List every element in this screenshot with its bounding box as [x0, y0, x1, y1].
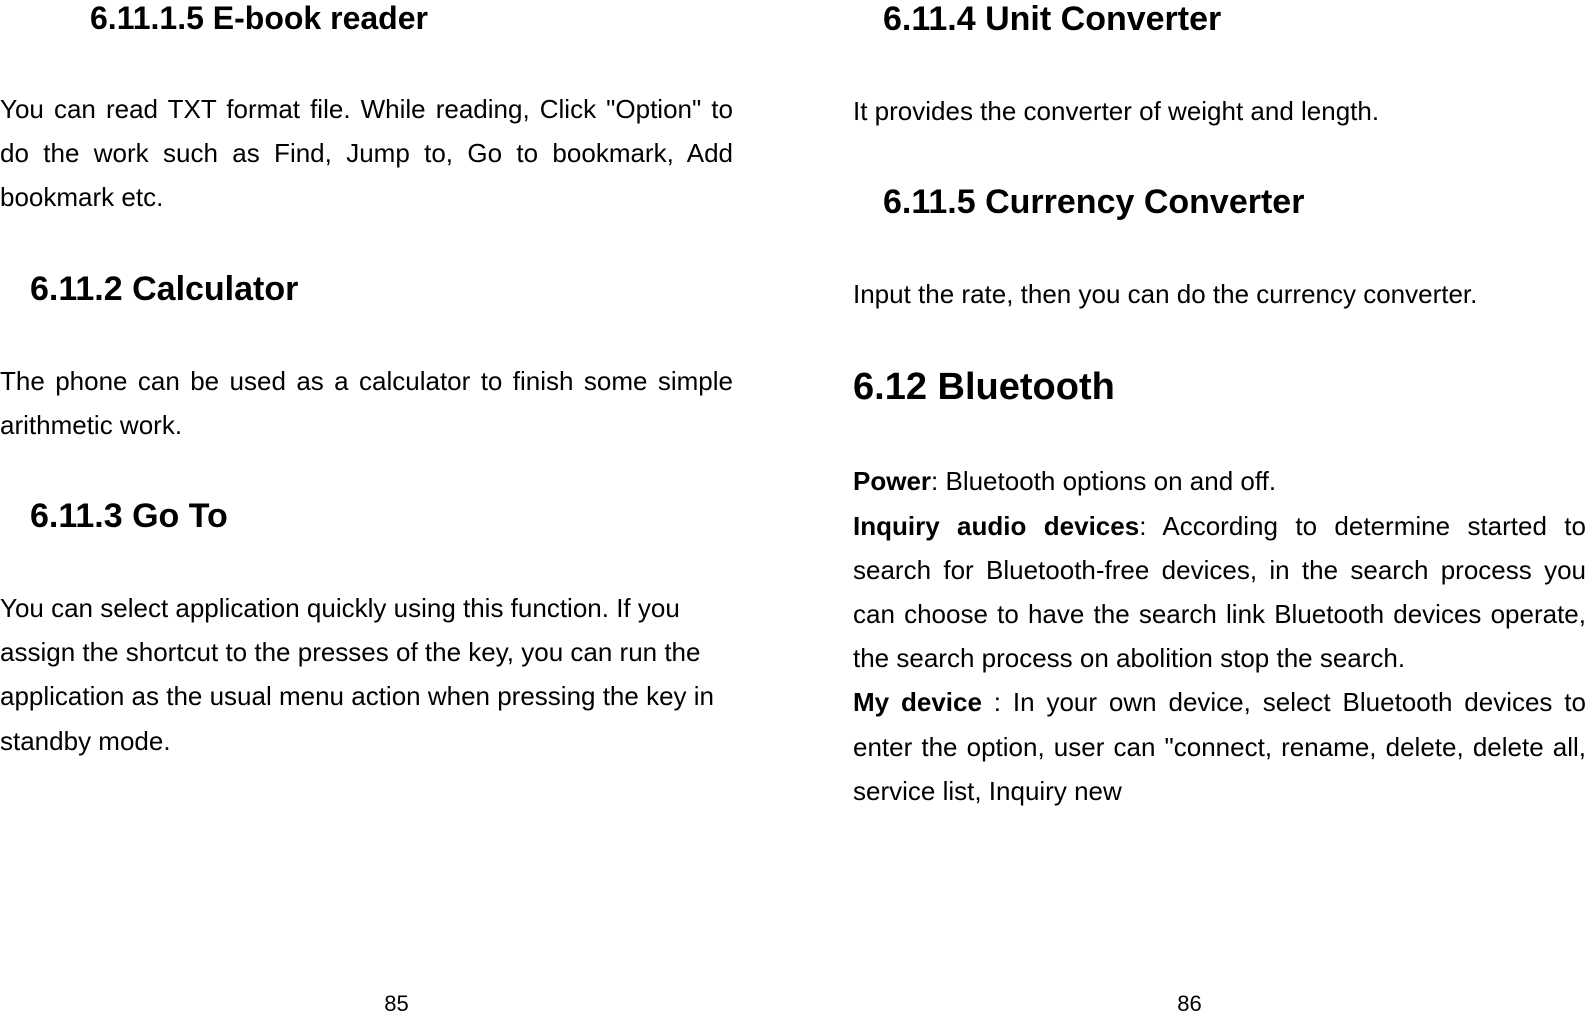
body-currency-converter: Input the rate, then you can do the curr…: [853, 272, 1586, 316]
heading-goto: 6.11.3 Go To: [0, 497, 733, 536]
section-unit-converter: 6.11.4 Unit Converter It provides the co…: [853, 0, 1586, 133]
section-ebook-reader: 6.11.1.5 E-book reader You can read TXT …: [0, 0, 733, 220]
body-calculator: The phone can be used as a calculator to…: [0, 359, 733, 447]
label-mydevice: My device: [853, 687, 982, 717]
body-ebook-reader: You can read TXT format file. While read…: [0, 87, 733, 220]
section-bluetooth: 6.12 Bluetooth Power: Bluetooth options …: [853, 326, 1586, 813]
heading-bluetooth: 6.12 Bluetooth: [853, 366, 1586, 409]
body-bluetooth-power: Power: Bluetooth options on and off.: [853, 459, 1586, 503]
label-power: Power: [853, 466, 931, 496]
body-unit-converter: It provides the converter of weight and …: [853, 89, 1586, 133]
body-bluetooth-inquiry: Inquiry audio devices: According to dete…: [853, 504, 1586, 681]
heading-calculator: 6.11.2 Calculator: [0, 270, 733, 309]
page-number-right: 86: [1177, 991, 1201, 1017]
section-currency-converter: 6.11.5 Currency Converter Input the rate…: [853, 143, 1586, 316]
heading-currency-converter: 6.11.5 Currency Converter: [853, 183, 1586, 222]
heading-unit-converter: 6.11.4 Unit Converter: [853, 0, 1586, 39]
label-inquiry: Inquiry audio devices: [853, 511, 1139, 541]
heading-ebook-reader: 6.11.1.5 E-book reader: [0, 0, 733, 37]
section-calculator: 6.11.2 Calculator The phone can be used …: [0, 230, 733, 447]
text-power: : Bluetooth options on and off.: [931, 466, 1276, 496]
body-bluetooth-mydevice: My device : In your own device, select B…: [853, 680, 1586, 813]
page-right: 6.11.4 Unit Converter It provides the co…: [793, 0, 1586, 1025]
page-number-left: 85: [384, 991, 408, 1017]
page-left: 6.11.1.5 E-book reader You can read TXT …: [0, 0, 793, 1025]
body-goto: You can select application quickly using…: [0, 586, 733, 763]
section-goto: 6.11.3 Go To You can select application …: [0, 457, 733, 763]
